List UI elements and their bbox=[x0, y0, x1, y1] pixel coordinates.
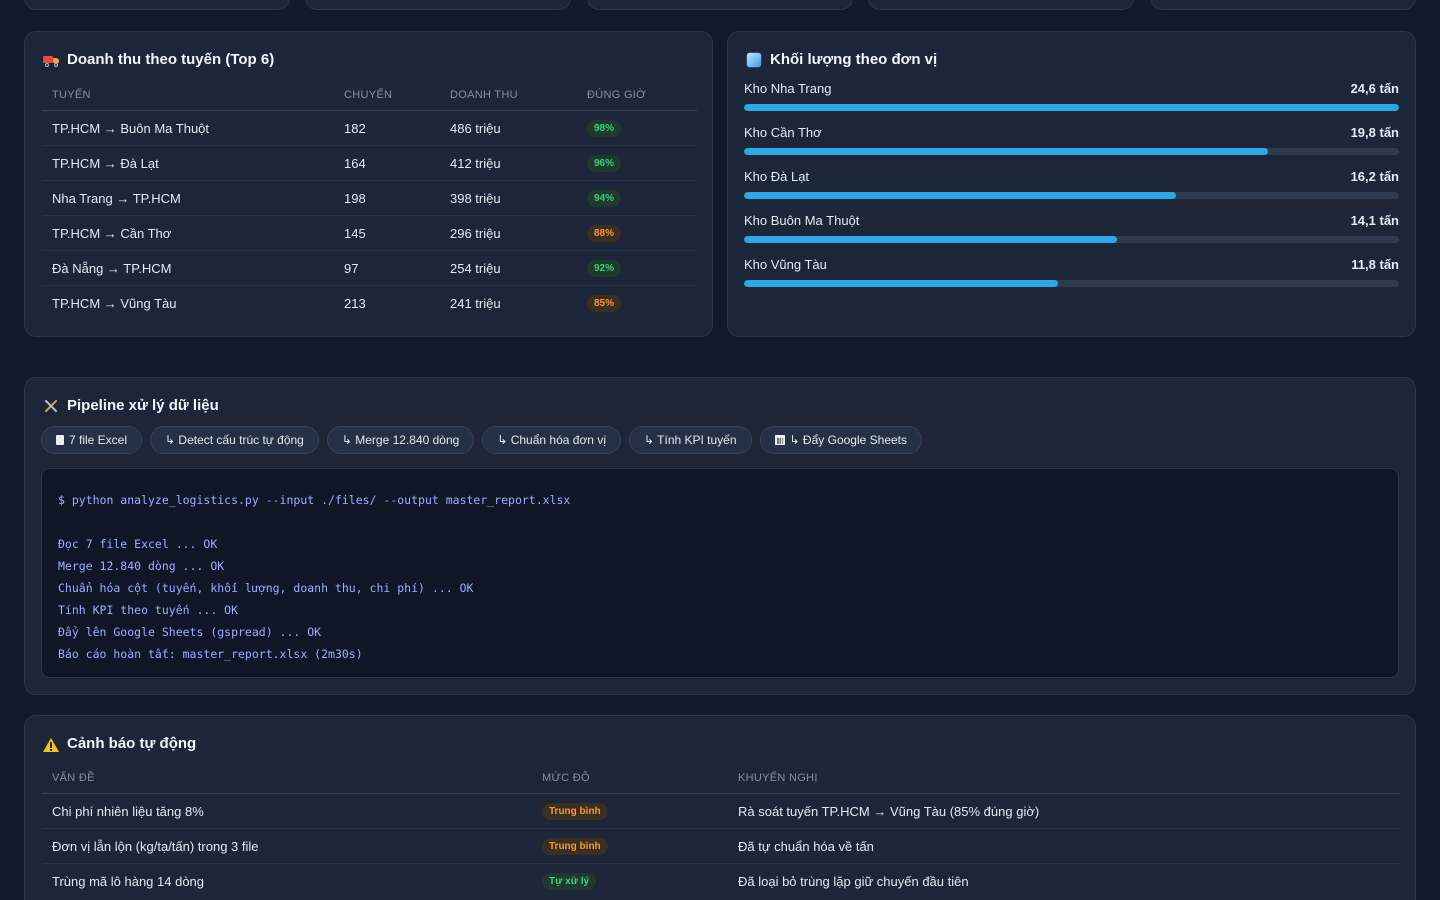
terminal-line: Tính KPI theo tuyến ... OK bbox=[58, 603, 239, 617]
ontime-badge: 88% bbox=[587, 225, 622, 242]
alerts-title: Cảnh báo tự động bbox=[43, 735, 196, 752]
pipeline-step-kpi[interactable]: ↳ Tính KPI tuyến bbox=[628, 426, 752, 454]
terminal-command: $ python analyze_logistics.py --input ./… bbox=[58, 493, 571, 507]
volume-value: 19,8 tấn bbox=[1350, 125, 1399, 140]
alerts-table: VẤN ĐỀ MỨC ĐỘ KHUYẾN NGHỊ Chi phí nhiên … bbox=[42, 772, 1400, 899]
severity-badge: Tự xử lý bbox=[542, 873, 597, 891]
volume-name: Kho Đà Lạt bbox=[744, 169, 810, 184]
route-revenue-title: Doanh thu theo tuyến (Top 6) bbox=[43, 51, 274, 68]
route-revenue-table: TUYẾN CHUYẾN DOANH THU ĐÚNG GIỜ TP.HCM →… bbox=[42, 89, 697, 321]
volume-bar-row: Kho Cần Thơ 19,8 tấn bbox=[744, 125, 1399, 155]
volume-track bbox=[744, 104, 1399, 111]
col-level: MỨC ĐỘ bbox=[532, 772, 728, 794]
volume-name: Kho Cần Thơ bbox=[744, 125, 822, 140]
col-revenue: DOANH THU bbox=[440, 89, 577, 111]
volume-bars: Kho Nha Trang 24,6 tấn Kho Cần Thơ 19,8 tấ… bbox=[744, 81, 1399, 301]
kpi-card-stub-5 bbox=[1150, 0, 1416, 10]
terminal-line: Đẩy lên Google Sheets (gspread) ... OK bbox=[58, 625, 322, 639]
pipeline-step-detect[interactable]: ↳ Detect cấu trúc tự động bbox=[150, 426, 319, 454]
chart-icon bbox=[774, 435, 785, 445]
kpi-card-stub-1 bbox=[24, 0, 290, 10]
volume-fill bbox=[744, 280, 1059, 287]
volume-name: Kho Nha Trang bbox=[744, 81, 832, 96]
truck-icon bbox=[43, 52, 59, 68]
terminal-output: $ python analyze_logistics.py --input ./… bbox=[41, 468, 1399, 678]
table-row: Nha Trang → TP.HCM 198 398 triệu 94% bbox=[42, 180, 697, 216]
table-row: Đà Nẵng → TP.HCM 97 254 triệu 92% bbox=[42, 250, 697, 286]
kpi-card-stub-2 bbox=[305, 0, 571, 10]
kpi-card-stub-3 bbox=[587, 0, 853, 10]
volume-bar-row: Kho Nha Trang 24,6 tấn bbox=[744, 81, 1399, 111]
file-icon bbox=[56, 435, 64, 445]
alerts-card: Cảnh báo tự động VẤN ĐỀ MỨC ĐỘ KHUYẾN NG… bbox=[24, 715, 1416, 900]
volume-fill bbox=[744, 104, 1399, 111]
ontime-badge: 96% bbox=[587, 155, 622, 172]
table-row: TP.HCM → Buôn Ma Thuột 182 486 triệu 98% bbox=[42, 110, 697, 146]
volume-value: 24,6 tấn bbox=[1350, 81, 1399, 96]
volume-fill bbox=[744, 192, 1177, 199]
col-advice: KHUYẾN NGHỊ bbox=[728, 772, 1400, 794]
col-issue: VẤN ĐỀ bbox=[42, 772, 532, 794]
volume-bar-row: Kho Đà Lạt 16,2 tấn bbox=[744, 169, 1399, 199]
volume-value: 16,2 tấn bbox=[1350, 169, 1399, 184]
terminal-line: Báo cáo hoàn tất: master_report.xlsx (2m… bbox=[58, 647, 363, 661]
pipeline-card: Pipeline xử lý dữ liệu 7 file Excel ↳ De… bbox=[24, 377, 1416, 695]
col-route: TUYẾN bbox=[42, 89, 334, 111]
volume-name: Kho Buôn Ma Thuột bbox=[744, 213, 860, 228]
volume-title: Khối lượng theo đơn vị bbox=[746, 51, 937, 68]
col-ontime: ĐÚNG GIỜ bbox=[577, 89, 697, 111]
kpi-card-stub-4 bbox=[868, 0, 1134, 10]
tools-icon bbox=[43, 398, 59, 414]
volume-bar-row: Kho Vũng Tàu 11,8 tấn bbox=[744, 257, 1399, 287]
table-row: TP.HCM → Đà Lạt 164 412 triệu 96% bbox=[42, 145, 697, 181]
pipeline-step-normalize[interactable]: ↳ Chuẩn hóa đơn vị bbox=[482, 426, 621, 454]
pipeline-title: Pipeline xử lý dữ liệu bbox=[43, 397, 219, 414]
pipeline-step-files[interactable]: 7 file Excel bbox=[41, 426, 143, 454]
volume-track bbox=[744, 236, 1399, 243]
severity-badge: Trung bình bbox=[542, 838, 608, 855]
terminal-line: Merge 12.840 dòng ... OK bbox=[58, 559, 225, 573]
ontime-badge: 94% bbox=[587, 190, 622, 207]
table-row: Đơn vị lẫn lộn (kg/tạ/tấn) trong 3 file … bbox=[42, 828, 1400, 864]
table-row: Trùng mã lô hàng 14 dòng Tự xử lý Đã loạ… bbox=[52, 873, 969, 891]
pipeline-step-merge[interactable]: ↳ Merge 12.840 dòng bbox=[326, 426, 475, 454]
volume-track bbox=[744, 192, 1399, 199]
ontime-badge: 98% bbox=[587, 120, 622, 137]
volume-bar-row: Kho Buôn Ma Thuột 14,1 tấn bbox=[744, 213, 1399, 243]
volume-name: Kho Vũng Tàu bbox=[744, 257, 827, 272]
ontime-badge: 92% bbox=[587, 260, 622, 277]
route-revenue-card: Doanh thu theo tuyến (Top 6) TUYẾN CHUYẾ… bbox=[24, 31, 713, 337]
volume-track bbox=[744, 148, 1399, 155]
volume-track bbox=[744, 280, 1399, 287]
terminal-line: Chuẩn hóa cột (tuyến, khối lượng, doanh … bbox=[58, 581, 474, 595]
pipeline-steps: 7 file Excel ↳ Detect cấu trúc tự động ↳… bbox=[41, 426, 922, 454]
terminal-line: Đọc 7 file Excel ... OK bbox=[58, 537, 218, 551]
volume-fill bbox=[744, 148, 1268, 155]
severity-badge: Trung bình bbox=[542, 803, 608, 820]
table-row: TP.HCM → Cần Thơ 145 296 triệu 88% bbox=[42, 215, 697, 251]
warning-icon bbox=[43, 737, 59, 752]
cube-icon bbox=[746, 52, 762, 67]
volume-value: 11,8 tấn bbox=[1351, 257, 1399, 272]
volume-value: 14,1 tấn bbox=[1350, 213, 1399, 228]
col-trips: CHUYẾN bbox=[334, 89, 440, 111]
table-row: Chi phí nhiên liệu tăng 8% Trung bình Rà… bbox=[42, 793, 1400, 829]
volume-fill bbox=[744, 236, 1118, 243]
volume-card: Khối lượng theo đơn vị Kho Nha Trang 24,6… bbox=[727, 31, 1416, 337]
pipeline-step-sheets[interactable]: ↳ Đẩy Google Sheets bbox=[759, 426, 922, 454]
table-row: TP.HCM → Vũng Tàu 213 241 triệu 85% bbox=[42, 286, 697, 321]
ontime-badge: 85% bbox=[587, 295, 622, 313]
